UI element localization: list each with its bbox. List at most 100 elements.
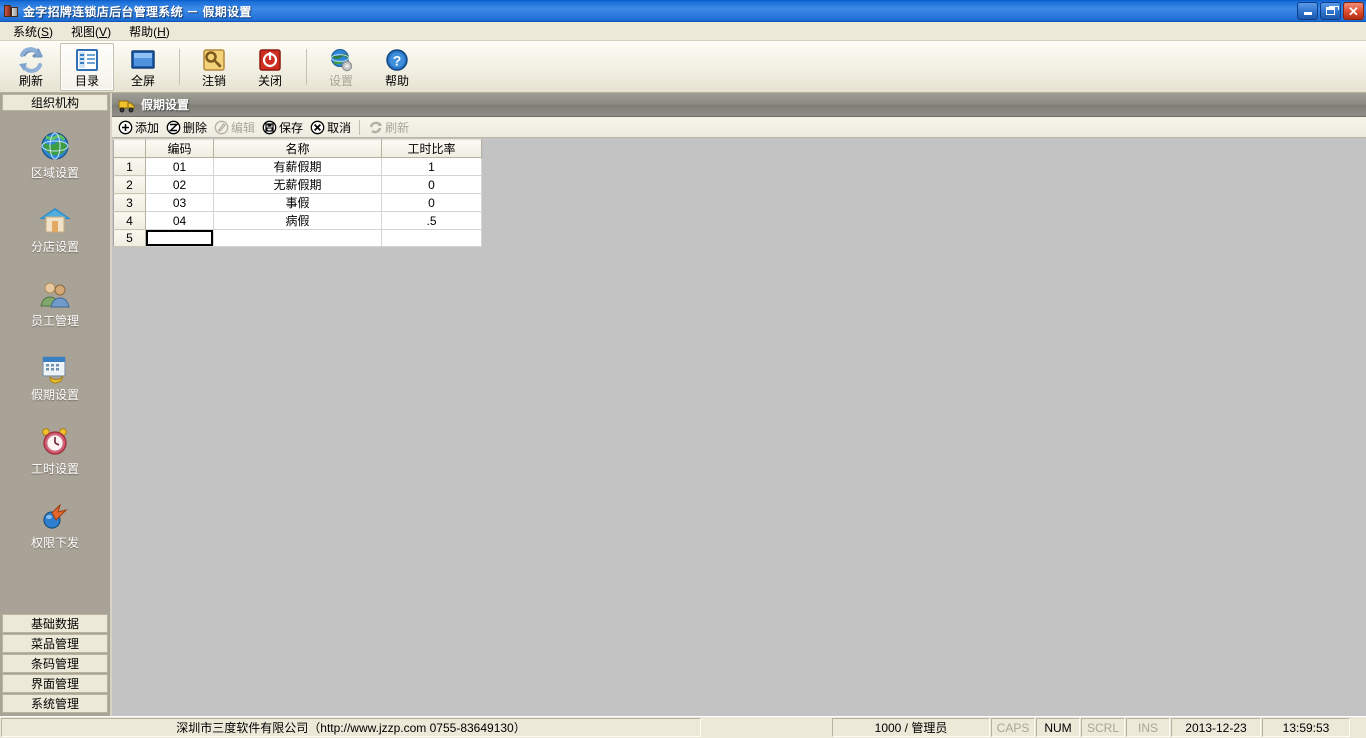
table-row[interactable]: 2 02 无薪假期 0 — [113, 175, 482, 194]
sidebar-group-system-management-label: 系统管理 — [30, 697, 79, 711]
cell-code[interactable]: 04 — [145, 211, 214, 230]
toolbar-separator — [179, 48, 180, 85]
delete-button-label: 删除 — [183, 120, 208, 135]
statusbar-resize-grip[interactable] — [1350, 717, 1366, 738]
toolbar-button-logout[interactable]: 注销 — [187, 43, 241, 91]
power-icon — [257, 47, 283, 73]
row-number[interactable]: 3 — [113, 193, 146, 212]
save-button[interactable]: 保存 — [260, 118, 308, 137]
edit-icon — [214, 120, 229, 135]
row-number[interactable]: 5 — [113, 229, 146, 247]
minimize-icon — [1303, 12, 1312, 15]
users-icon — [38, 277, 72, 311]
table-row[interactable]: 1 01 有薪假期 1 — [113, 157, 482, 176]
add-icon — [118, 120, 133, 135]
toolbar-button-fullscreen[interactable]: 全屏 — [116, 43, 170, 91]
sidebar-item-branch[interactable]: 分店设置 — [0, 191, 110, 265]
grid-corner-header[interactable] — [113, 139, 146, 158]
cell-code[interactable]: 02 — [145, 175, 214, 194]
grid-container: 编码 名称 工时比率 1 01 有薪假期 1 2 02 无薪假期 0 3 03 … — [112, 138, 1366, 716]
sidebar-group-ui-management[interactable]: 界面管理 — [2, 674, 108, 693]
cell-ratio[interactable]: 0 — [381, 175, 482, 194]
sidebar-group-system-management[interactable]: 系统管理 — [2, 694, 108, 713]
sidebar: 组织机构 区域设置 分店设置 员工管理 假期设置 工时设置 权限下发 基础数据 … — [0, 93, 112, 716]
cell-code-active[interactable] — [145, 229, 214, 247]
edit-button[interactable]: 编辑 — [212, 118, 260, 137]
add-button-label: 添加 — [135, 120, 160, 135]
close-button[interactable]: ✕ — [1343, 2, 1364, 20]
toolbar-button-close[interactable]: 关闭 — [243, 43, 297, 91]
cell-name[interactable]: 无薪假期 — [213, 175, 382, 194]
cell-ratio[interactable]: 0 — [381, 193, 482, 212]
sidebar-item-region[interactable]: 区域设置 — [0, 117, 110, 191]
statusbar-copyright: 深圳市三度软件有限公司（http://www.jzzp.com 0755-836… — [1, 718, 701, 737]
close-icon: ✕ — [1348, 3, 1359, 19]
menu-item-help[interactable]: 帮助(H) — [120, 21, 179, 42]
cell-name[interactable] — [213, 229, 382, 247]
cancel-icon — [310, 120, 325, 135]
minimize-button[interactable] — [1297, 2, 1318, 20]
catalog-icon — [74, 47, 100, 73]
cell-code[interactable]: 01 — [145, 157, 214, 176]
sidebar-header-label: 组织机构 — [30, 96, 79, 110]
statusbar-num-indicator: NUM — [1036, 718, 1080, 737]
fullscreen-icon — [130, 47, 156, 73]
table-row-new[interactable]: 5 — [113, 229, 482, 247]
menubar: 系统(S) 视图(V) 帮助(H) — [0, 22, 1366, 41]
sidebar-group-basic-data[interactable]: 基础数据 — [2, 614, 108, 633]
sidebar-groups: 基础数据 菜品管理 条码管理 界面管理 系统管理 — [0, 614, 110, 716]
calendar-icon — [38, 351, 72, 385]
truck-icon — [118, 97, 135, 113]
main-toolbar: 刷新 目录 全屏 注销 关闭 设置 ? 帮助 — [0, 41, 1366, 93]
sidebar-group-ui-management-label: 界面管理 — [30, 677, 79, 691]
cell-ratio[interactable]: .5 — [381, 211, 482, 230]
sidebar-group-barcode-management[interactable]: 条码管理 — [2, 654, 108, 673]
save-icon — [262, 120, 277, 135]
toolbar-button-settings[interactable]: 设置 — [314, 43, 368, 91]
delete-button[interactable]: 删除 — [164, 118, 212, 137]
cell-name[interactable]: 有薪假期 — [213, 157, 382, 176]
row-number[interactable]: 4 — [113, 211, 146, 230]
restore-button[interactable] — [1320, 2, 1341, 20]
menu-item-view-label: 视图 — [71, 24, 96, 39]
grid-header-ratio[interactable]: 工时比率 — [381, 139, 482, 158]
panel-header: 假期设置 — [112, 93, 1366, 117]
sidebar-group-barcode-management-label: 条码管理 — [30, 657, 79, 671]
table-row[interactable]: 4 04 病假 .5 — [113, 211, 482, 230]
cell-name[interactable]: 事假 — [213, 193, 382, 212]
toolbar-button-catalog[interactable]: 目录 — [60, 42, 114, 91]
permission-send-icon — [38, 499, 72, 533]
menu-item-help-accel: H — [157, 24, 166, 39]
row-number[interactable]: 1 — [113, 157, 146, 176]
cancel-button-label: 取消 — [327, 120, 352, 135]
sidebar-item-holiday-label: 假期设置 — [30, 388, 79, 402]
statusbar-spacer — [701, 717, 831, 738]
statusbar-scroll-indicator: SCRL — [1081, 718, 1125, 737]
cell-code[interactable]: 03 — [145, 193, 214, 212]
row-number[interactable]: 2 — [113, 175, 146, 194]
grid-header-code[interactable]: 编码 — [145, 139, 214, 158]
cell-ratio[interactable]: 1 — [381, 157, 482, 176]
table-row[interactable]: 3 03 事假 0 — [113, 193, 482, 212]
menu-item-view[interactable]: 视图(V) — [62, 21, 120, 42]
panel-title: 假期设置 — [141, 98, 190, 112]
cancel-button[interactable]: 取消 — [308, 118, 356, 137]
toolbar-button-help[interactable]: ? 帮助 — [370, 43, 424, 91]
add-button[interactable]: 添加 — [116, 118, 164, 137]
cell-ratio[interactable] — [381, 229, 482, 247]
edit-button-label: 编辑 — [231, 120, 256, 135]
grid-refresh-button[interactable]: 刷新 — [366, 118, 414, 137]
sidebar-item-holiday[interactable]: 假期设置 — [0, 339, 110, 413]
menu-item-system[interactable]: 系统(S) — [4, 21, 62, 42]
sidebar-item-permission[interactable]: 权限下发 — [0, 487, 110, 561]
sidebar-item-staff[interactable]: 员工管理 — [0, 265, 110, 339]
toolbar-button-refresh[interactable]: 刷新 — [4, 43, 58, 91]
main-body: 组织机构 区域设置 分店设置 员工管理 假期设置 工时设置 权限下发 基础数据 … — [0, 93, 1366, 716]
sidebar-header[interactable]: 组织机构 — [2, 94, 108, 111]
sidebar-item-worktime[interactable]: 工时设置 — [0, 413, 110, 487]
grid-header-name[interactable]: 名称 — [213, 139, 382, 158]
grid-header-row: 编码 名称 工时比率 — [113, 139, 482, 158]
globe-gear-icon — [328, 47, 354, 73]
sidebar-group-dish-management[interactable]: 菜品管理 — [2, 634, 108, 653]
cell-name[interactable]: 病假 — [213, 211, 382, 230]
